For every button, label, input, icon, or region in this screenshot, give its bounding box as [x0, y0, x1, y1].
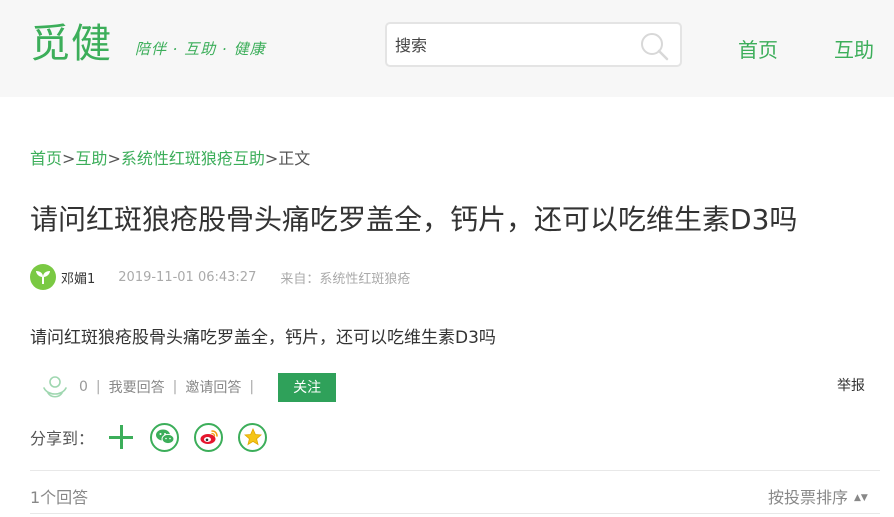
share-bar: 分享到： [30, 421, 268, 453]
wechat-icon [155, 429, 175, 445]
sprout-icon [36, 271, 50, 284]
nav-help[interactable]: 互助 [834, 34, 874, 63]
sort-arrows-icon: ▲▼ [854, 493, 868, 503]
answer-link[interactable]: 我要回答 [109, 377, 165, 397]
question-title: 请问红斑狼疮股骨头痛吃罗盖全，钙片，还可以吃维生素D3吗 [30, 203, 798, 236]
star-icon [243, 427, 262, 446]
nav-home[interactable]: 首页 [738, 34, 778, 63]
site-header: 觅健 陪伴 · 互助 · 健康 首页 互助 [0, 0, 894, 97]
post-time: 2019-11-01 06:43:27 [118, 269, 257, 285]
source-label: 来自： [280, 271, 320, 287]
follow-button[interactable]: 关注 [278, 372, 337, 402]
like-count: 0 [79, 379, 88, 395]
breadcrumb-separator: > [62, 149, 76, 168]
breadcrumb-separator: > [107, 149, 121, 168]
breadcrumb-help[interactable]: 互助 [75, 149, 107, 168]
search-input[interactable] [395, 32, 635, 58]
breadcrumb-separator: > [264, 149, 279, 168]
weibo-icon [200, 430, 218, 444]
share-more-icon[interactable] [108, 424, 134, 450]
breadcrumb-current: 正文 [278, 149, 311, 168]
breadcrumb-group[interactable]: 系统性红斑狼疮互助 [121, 149, 265, 168]
divider: | [172, 379, 178, 395]
source-link[interactable]: 系统性红斑狼疮 [319, 268, 410, 287]
search-icon[interactable] [638, 30, 670, 62]
breadcrumb: 首页>互助>系统性红斑狼疮互助>正文 [30, 145, 310, 169]
divider: | [249, 379, 255, 395]
site-slogan: 陪伴 · 互助 · 健康 [135, 40, 266, 58]
author-name[interactable]: 邓媚1 [61, 268, 95, 287]
like-icon[interactable] [40, 374, 70, 400]
qzone-share-icon[interactable] [238, 422, 268, 452]
wechat-share-icon[interactable] [150, 422, 180, 452]
invite-answer-link[interactable]: 邀请回答 [185, 377, 241, 397]
search-box [385, 22, 682, 67]
answer-count: 1个回答 [30, 488, 89, 507]
question-body: 请问红斑狼疮股骨头痛吃罗盖全，钙片，还可以吃维生素D3吗 [30, 328, 496, 348]
report-link[interactable]: 举报 [837, 375, 865, 395]
breadcrumb-home[interactable]: 首页 [30, 149, 62, 168]
divider: | [95, 379, 101, 395]
share-label: 分享到： [30, 429, 95, 448]
question-meta: 邓媚1 2019-11-01 06:43:27 来自： 系统性红斑狼疮 [30, 263, 410, 291]
divider-line [30, 470, 880, 471]
sort-label: 按投票排序 [768, 488, 849, 507]
weibo-share-icon[interactable] [194, 422, 224, 452]
divider-line [30, 513, 880, 514]
action-bar: 0 | 我要回答 | 邀请回答 | 关注 [40, 372, 337, 402]
sort-by-votes[interactable]: 按投票排序 ▲▼ [768, 484, 868, 508]
avatar[interactable] [30, 264, 56, 290]
site-logo[interactable]: 觅健 [30, 18, 112, 70]
